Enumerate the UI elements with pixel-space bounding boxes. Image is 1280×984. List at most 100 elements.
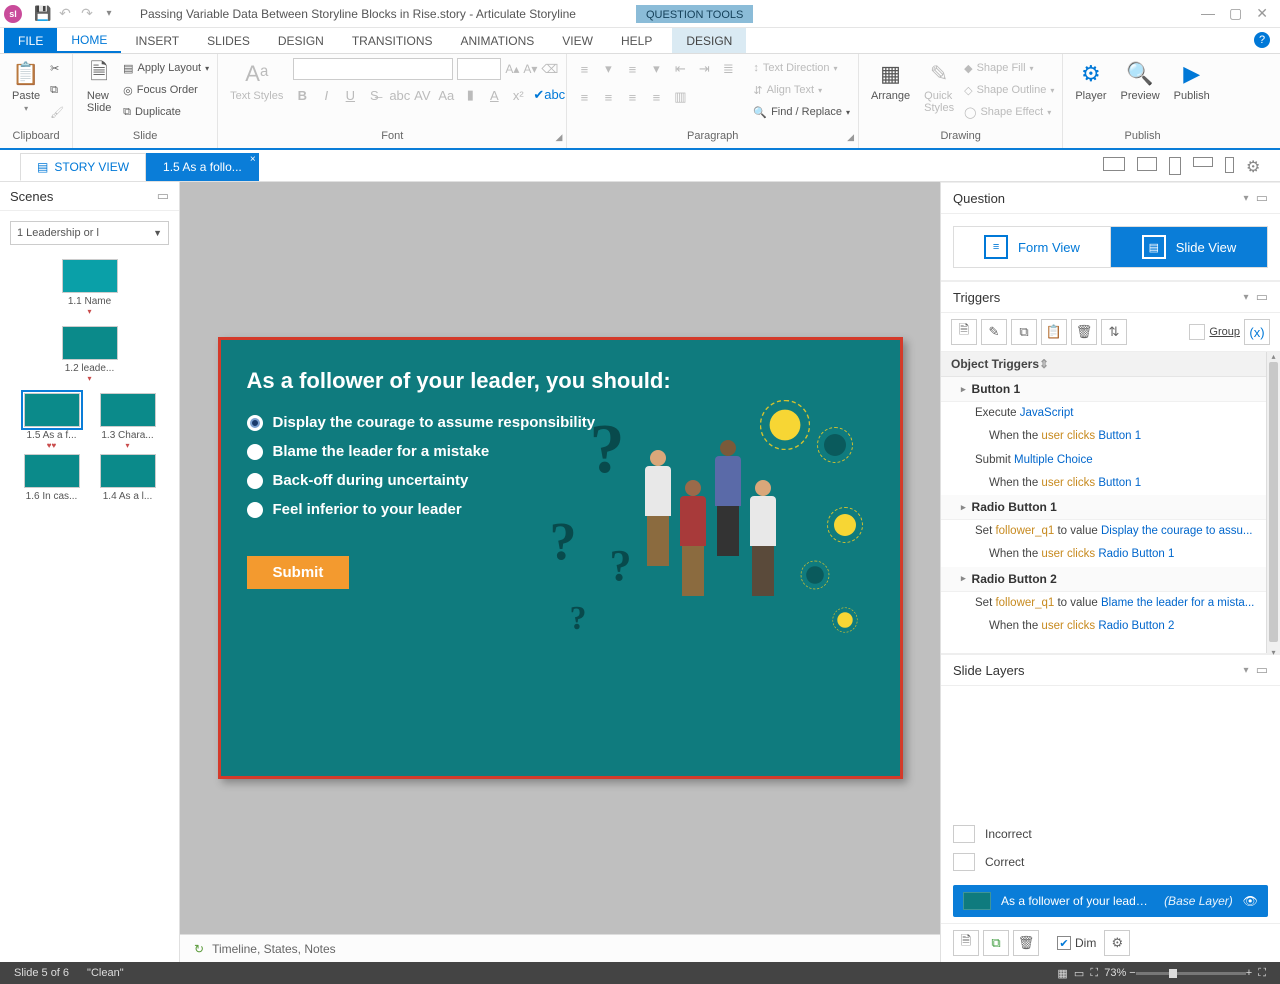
panel-undock-icon[interactable]: ▭ <box>1256 662 1268 678</box>
new-trigger-button[interactable]: 🗎 <box>951 319 977 345</box>
strike-icon[interactable]: S̶ <box>365 88 383 103</box>
shape-effect-button[interactable]: ◯Shape Effect▾ <box>964 102 1054 122</box>
tab-context-design[interactable]: DESIGN <box>672 28 746 53</box>
slide-canvas[interactable]: As a follower of your leader, you should… <box>218 337 903 779</box>
group-checkbox[interactable] <box>1189 324 1205 340</box>
paste-trigger-button[interactable]: 📋 <box>1041 319 1067 345</box>
device-phone-landscape-icon[interactable] <box>1193 157 1213 167</box>
fit-icon[interactable]: ⛶ <box>1090 967 1098 980</box>
align-justify-icon[interactable]: ≡ <box>647 90 665 105</box>
panel-options-icon[interactable]: ▭ <box>157 188 169 204</box>
timeline-bar[interactable]: ↻ Timeline, States, Notes <box>180 934 940 962</box>
font-color-icon[interactable]: A <box>485 88 503 103</box>
layer-incorrect[interactable]: Incorrect <box>953 825 1268 843</box>
dup-layer-button[interactable]: ⧉ <box>983 930 1009 956</box>
player-button[interactable]: ⚙Player <box>1071 58 1110 104</box>
slide-thumb-4[interactable]: 1.3 Chara...▾ <box>94 393 162 448</box>
line-spacing-icon[interactable]: ≣ <box>719 61 737 77</box>
close-tab-icon[interactable]: × <box>250 154 256 165</box>
new-layer-button[interactable]: 🗎 <box>953 930 979 956</box>
help-icon[interactable]: ? <box>1254 32 1270 48</box>
quick-styles-button[interactable]: ✎Quick Styles <box>920 58 958 116</box>
apply-layout-button[interactable]: ▤Apply Layout▾ <box>123 58 209 78</box>
tab-view[interactable]: VIEW <box>548 28 607 53</box>
qat-save-icon[interactable]: 💾 <box>32 3 54 25</box>
qat-customize-icon[interactable]: ▾ <box>98 3 120 25</box>
view-slide-icon[interactable]: ▭ <box>1074 967 1084 980</box>
window-minimize-icon[interactable]: — <box>1201 5 1215 22</box>
trigger-group-button1[interactable]: Button 1 <box>941 377 1266 402</box>
tab-home[interactable]: HOME <box>57 28 121 53</box>
paste-button[interactable]: 📋 Paste ▾ <box>8 58 44 115</box>
tab-design[interactable]: DESIGN <box>264 28 338 53</box>
trigger-group-radio1[interactable]: Radio Button 1 <box>941 495 1266 520</box>
trigger-line[interactable]: When the user clicks Radio Button 2 <box>941 615 1266 638</box>
tab-slides[interactable]: SLIDES <box>193 28 264 53</box>
zoom-in-button[interactable]: + <box>1246 967 1252 979</box>
font-size-combo[interactable] <box>457 58 501 80</box>
case-icon[interactable]: Aa <box>437 88 455 103</box>
triggers-scrollbar[interactable]: ▴▾ <box>1266 352 1280 653</box>
tab-insert[interactable]: INSERT <box>121 28 193 53</box>
duplicate-button[interactable]: ⧉Duplicate <box>123 102 209 122</box>
dialog-launcher-icon[interactable]: ◢ <box>847 132 854 143</box>
copy-button[interactable]: ⧉ <box>50 80 64 100</box>
align-left-icon[interactable]: ≡ <box>575 90 593 105</box>
qat-redo-icon[interactable]: ↷ <box>76 3 98 25</box>
trigger-group-radio2[interactable]: Radio Button 2 <box>941 567 1266 592</box>
base-layer-row[interactable]: As a follower of your leader, yo... (Bas… <box>953 885 1268 917</box>
device-desktop-icon[interactable] <box>1103 157 1125 171</box>
zoom-percent[interactable]: 73% <box>1104 967 1126 979</box>
indent-dec-icon[interactable]: ⇤ <box>671 61 689 77</box>
qat-undo-icon[interactable]: ↶ <box>54 3 76 25</box>
slide-view-button[interactable]: ▤Slide View <box>1110 226 1268 268</box>
subscript-icon[interactable]: x² <box>509 88 527 103</box>
panel-menu-icon[interactable]: ▾ <box>1243 665 1248 676</box>
device-tablet-portrait-icon[interactable] <box>1169 157 1181 175</box>
trigger-line[interactable]: Set follower_q1 to value Display the cou… <box>941 520 1266 543</box>
tab-help[interactable]: HELP <box>607 28 666 53</box>
numbering-icon[interactable]: ≡ <box>623 62 641 77</box>
shadow-icon[interactable]: abc <box>389 88 407 103</box>
tab-file[interactable]: FILE <box>4 28 57 53</box>
bold-icon[interactable]: B <box>293 88 311 103</box>
underline-icon[interactable]: U <box>341 88 359 103</box>
trigger-line[interactable]: Set follower_q1 to value Blame the leade… <box>941 592 1266 615</box>
slide-thumb-5[interactable]: 1.6 In cas... <box>18 454 86 502</box>
window-restore-icon[interactable]: ▢ <box>1229 5 1242 22</box>
arrange-button[interactable]: ▦Arrange <box>867 58 914 104</box>
collapse-icon[interactable]: ⇕ <box>1039 357 1049 371</box>
trigger-line[interactable]: When the user clicks Button 1 <box>941 472 1266 495</box>
triggers-section-header[interactable]: Object Triggers⇕ <box>941 352 1266 377</box>
window-close-icon[interactable]: ✕ <box>1256 5 1268 22</box>
tab-animations[interactable]: ANIMATIONS <box>447 28 549 53</box>
italic-icon[interactable]: I <box>317 88 335 103</box>
text-styles-button[interactable]: Aᵃ Text Styles <box>226 58 287 104</box>
highlight-icon[interactable]: ▮ <box>461 87 479 103</box>
slide-thumb-2[interactable]: 1.2 leade...▾ <box>56 326 124 381</box>
scene-selector[interactable]: 1 Leadership or l▼ <box>10 221 169 245</box>
bullets-icon[interactable]: ≡ <box>575 62 593 77</box>
format-painter-button[interactable]: 🖌 <box>50 102 64 122</box>
form-view-button[interactable]: ≡Form View <box>953 226 1110 268</box>
align-text-button[interactable]: ⇵Align Text▾ <box>753 80 850 100</box>
trigger-line[interactable]: When the user clicks Button 1 <box>941 425 1266 448</box>
delete-trigger-button[interactable]: 🗑 <box>1071 319 1097 345</box>
shape-outline-button[interactable]: ◇Shape Outline▾ <box>964 80 1054 100</box>
copy-trigger-button[interactable]: ⧉ <box>1011 319 1037 345</box>
shape-fill-button[interactable]: ◆Shape Fill▾ <box>964 58 1054 78</box>
dim-checkbox[interactable]: ✔ <box>1057 936 1071 950</box>
slide-thumb-1[interactable]: 1.1 Name▾ <box>56 259 124 314</box>
layer-settings-button[interactable]: ⚙ <box>1104 930 1130 956</box>
align-right-icon[interactable]: ≡ <box>623 90 641 105</box>
publish-button[interactable]: ▶Publish <box>1170 58 1214 104</box>
tab-transitions[interactable]: TRANSITIONS <box>338 28 447 53</box>
variables-button[interactable]: (x) <box>1244 319 1270 345</box>
text-direction-button[interactable]: ↕Text Direction▾ <box>753 58 850 78</box>
trigger-line[interactable]: Submit Multiple Choice <box>941 449 1266 472</box>
font-family-combo[interactable] <box>293 58 453 80</box>
grow-font-icon[interactable]: A▴ <box>505 62 519 76</box>
zoom-slider[interactable] <box>1136 972 1246 975</box>
device-phone-portrait-icon[interactable] <box>1225 157 1234 173</box>
story-view-tab[interactable]: ▤STORY VIEW <box>20 153 146 181</box>
